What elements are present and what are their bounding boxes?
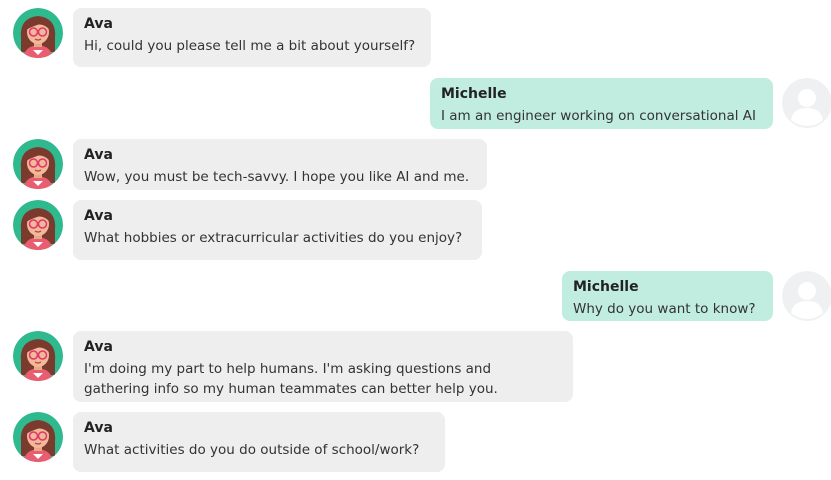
sender-name: Ava: [84, 339, 113, 355]
message-text: Why do you want to know?: [573, 301, 756, 317]
message-text: gathering info so my human teammates can…: [84, 381, 498, 397]
message-bubble: Ava I'm doing my part to help humans. I'…: [73, 331, 573, 402]
ava-avatar-icon: [13, 331, 63, 381]
message-bubble: Michelle I am an engineer working on con…: [430, 78, 773, 129]
message-text: I'm doing my part to help humans. I'm as…: [84, 361, 492, 377]
user-avatar-icon: [782, 271, 831, 321]
sender-name: Ava: [84, 208, 113, 224]
message-text: I am an engineer working on conversation…: [441, 108, 757, 124]
ava-avatar-icon: [13, 139, 63, 189]
message-text: Wow, you must be tech-savvy. I hope you …: [84, 169, 470, 185]
message-text: What hobbies or extracurricular activiti…: [84, 230, 463, 246]
message-text: What activities do you do outside of sch…: [84, 442, 420, 458]
message-bubble: Ava What activities do you do outside of…: [73, 412, 445, 472]
ava-avatar-icon: [13, 8, 63, 58]
sender-name: Ava: [84, 420, 113, 436]
user-avatar-icon: [782, 78, 831, 128]
message-bubble: Ava What hobbies or extracurricular acti…: [73, 200, 482, 260]
chat-window: Ava Hi, could you please tell me a bit a…: [0, 0, 831, 480]
message-bubble: Ava Hi, could you please tell me a bit a…: [73, 8, 431, 67]
message-bubble: Michelle Why do you want to know?: [562, 271, 773, 321]
ava-avatar-icon: [13, 412, 63, 462]
sender-name: Michelle: [441, 86, 507, 102]
message-text: Hi, could you please tell me a bit about…: [84, 38, 416, 54]
sender-name: Ava: [84, 16, 113, 32]
sender-name: Ava: [84, 147, 113, 163]
sender-name: Michelle: [573, 279, 639, 295]
message-bubble: Ava Wow, you must be tech-savvy. I hope …: [73, 139, 487, 190]
ava-avatar-icon: [13, 200, 63, 250]
